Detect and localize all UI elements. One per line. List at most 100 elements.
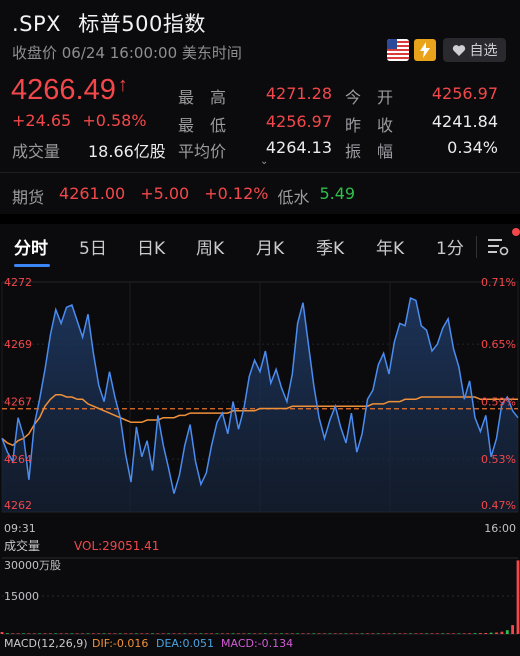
- volume-bar: [86, 633, 90, 634]
- volume-bar: [387, 633, 391, 634]
- change-value: +24.65: [12, 111, 72, 130]
- futures-change-pct: +0.12%: [204, 184, 269, 203]
- chart-period-tabs: 分时 5日 日K 周K 月K 季K 年K 1分: [0, 224, 520, 270]
- market-status: 收盘价 06/24 16:00:00 美东时间: [12, 44, 242, 62]
- volume-bar: [403, 633, 407, 634]
- volume-bar: [215, 633, 219, 634]
- basis-label: 低水: [277, 188, 310, 207]
- tab-weekly-k[interactable]: 周K: [196, 234, 224, 259]
- volume-bar: [237, 633, 240, 634]
- volume-bar: [118, 633, 122, 634]
- volume-bar: [226, 633, 230, 634]
- volume-bar: [457, 633, 461, 634]
- volume-bar: [290, 633, 294, 634]
- stat-label: 最 低: [178, 116, 227, 135]
- intraday-chart[interactable]: 4272 4269 4267 4264 4262 0.71% 0.65% 0.59% 0.53…: [0, 270, 520, 656]
- volume-bar: [22, 633, 25, 634]
- volume-bar: [183, 633, 187, 634]
- volume-bar: [264, 633, 267, 634]
- symbol: .SPX: [12, 12, 62, 36]
- volume-bar: [323, 633, 326, 634]
- volume-bar: [145, 633, 149, 634]
- volume-bar: [285, 633, 289, 634]
- y-tick-right: 0.53%: [481, 453, 516, 466]
- tab-1min[interactable]: 1分: [436, 234, 464, 259]
- volume-bar: [6, 633, 9, 634]
- tab-yearly-k[interactable]: 年K: [376, 234, 404, 259]
- tab-divider: [476, 236, 477, 258]
- volume-bar: [253, 633, 256, 634]
- futures-row: 期货 4261.00 +5.00 +0.12% 低水 5.49: [12, 184, 355, 208]
- last-price: 4266.49 ↑: [11, 74, 128, 107]
- volume-bar: [38, 633, 41, 634]
- volume-bar: [161, 633, 165, 634]
- volume-bar: [274, 633, 278, 634]
- volume-bar: [97, 633, 101, 634]
- volume-bar: [210, 633, 213, 634]
- volume-bar: [113, 633, 117, 634]
- volume-bar: [221, 633, 224, 634]
- volume-bar: [317, 633, 321, 634]
- volume-bar: [178, 633, 181, 634]
- macd-label: MACD(12,26,9): [4, 637, 88, 650]
- tab-quarterly-k[interactable]: 季K: [316, 234, 344, 259]
- lightning-icon[interactable]: [414, 39, 436, 61]
- stat-label: 平均价: [178, 142, 227, 161]
- volume-bar: [269, 633, 273, 634]
- volume-bar: [436, 633, 439, 634]
- volume-bar: [398, 633, 402, 634]
- tab-5day[interactable]: 5日: [79, 234, 107, 259]
- add-to-watchlist-button[interactable]: 自选: [443, 38, 506, 62]
- volume-bar: [414, 633, 418, 634]
- volume-bar: [430, 633, 434, 634]
- volume-bar: [307, 633, 310, 634]
- expand-chevron-icon[interactable]: ⌄: [260, 156, 268, 167]
- volume-bar: [333, 633, 337, 634]
- volume-tick-mid: 15000: [4, 590, 39, 603]
- volume-bar: [301, 633, 305, 634]
- volume-bar: [11, 633, 15, 634]
- volume-bar: [382, 633, 385, 634]
- volume-bar: [511, 625, 514, 634]
- tab-intraday[interactable]: 分时: [14, 234, 48, 259]
- volume-bar: [360, 633, 364, 634]
- volume-bar: [409, 633, 412, 634]
- volume-bar: [27, 633, 31, 634]
- volume-bar: [441, 633, 445, 634]
- us-flag-icon[interactable]: [387, 39, 409, 61]
- volume-bar: [92, 633, 95, 634]
- y-tick-right: 0.47%: [481, 499, 516, 512]
- chart-settings-icon[interactable]: [484, 234, 510, 258]
- volume-bar: [393, 633, 396, 634]
- volume-bar: [505, 630, 509, 634]
- volume-bar: [425, 633, 428, 634]
- volume-bar: [124, 633, 127, 634]
- volume-bar: [484, 633, 488, 634]
- volume-bar: [419, 633, 423, 634]
- volume-bar: [473, 633, 477, 634]
- volume-bar: [54, 633, 58, 634]
- page-title: .SPX 标普500指数: [12, 8, 206, 38]
- heart-icon: [452, 44, 465, 56]
- volume-bar: [199, 633, 203, 634]
- stat-value: 4264.13: [265, 138, 332, 157]
- up-arrow-icon: ↑: [117, 74, 128, 96]
- volume-reading: VOL:29051.41: [74, 539, 159, 553]
- active-tab-indicator: [14, 264, 50, 267]
- volume-bar: [49, 633, 52, 634]
- tab-monthly-k[interactable]: 月K: [256, 234, 284, 259]
- volume-bar: [70, 633, 74, 634]
- volume-bar: [16, 633, 20, 634]
- stat-value: 4256.97: [431, 84, 498, 103]
- y-tick-left: 4264: [4, 453, 32, 466]
- tab-daily-k[interactable]: 日K: [137, 234, 165, 259]
- volume-section-label: 成交量: [4, 538, 40, 553]
- volume-bar: [194, 633, 197, 634]
- stat-value: 4271.28: [265, 84, 332, 103]
- price-change: +24.65 +0.58%: [12, 111, 147, 130]
- volume-bar: [344, 633, 348, 634]
- volume-bar: [140, 633, 144, 634]
- futures-label: 期货: [12, 188, 45, 207]
- volume-bar: [446, 633, 450, 634]
- futures-change: +5.00: [140, 184, 190, 203]
